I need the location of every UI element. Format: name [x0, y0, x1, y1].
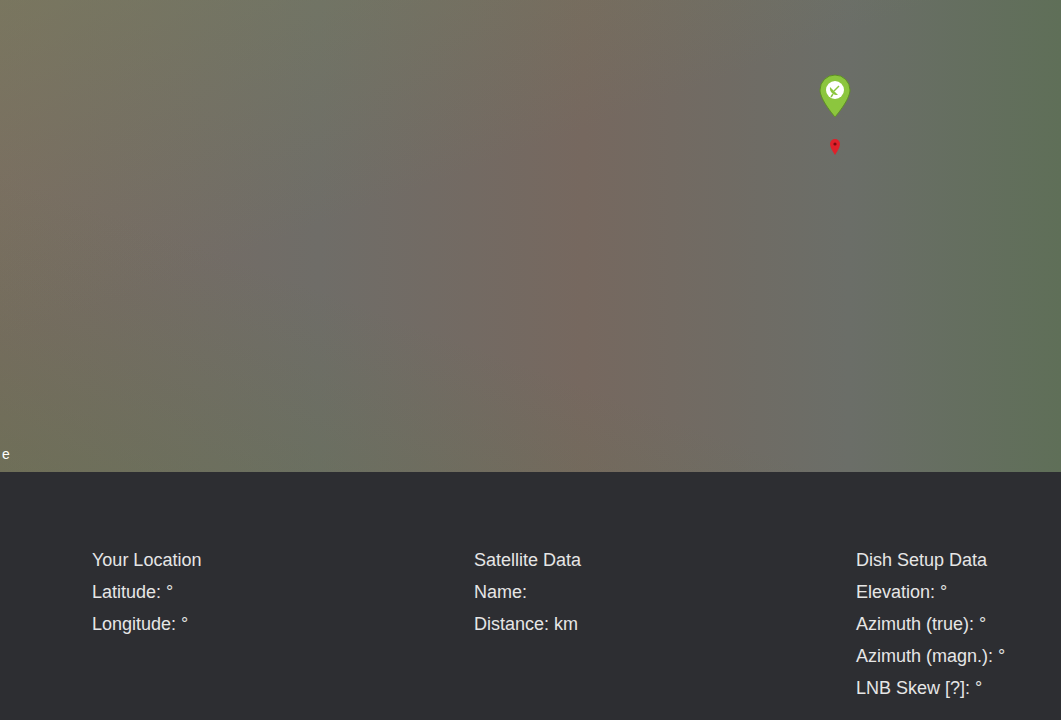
location-pin-icon	[829, 138, 841, 156]
location-pin[interactable]	[829, 138, 841, 156]
info-column: Satellite DataName:Distance: km	[474, 544, 856, 720]
info-line: Name:	[474, 576, 856, 608]
info-column: Your LocationLatitude: °Longitude: °	[92, 544, 474, 720]
info-line: Elevation: °	[856, 576, 1053, 608]
info-line: Azimuth (true): °	[856, 608, 1053, 640]
map-attribution: e	[2, 446, 10, 462]
column-title: Your Location	[92, 544, 474, 576]
info-line: Distance: km	[474, 608, 856, 640]
column-title: Dish Setup Data	[856, 544, 1053, 576]
info-line: LNB Skew [?]: °	[856, 672, 1053, 704]
info-line: Latitude: °	[92, 576, 474, 608]
satellite-pin-icon	[818, 74, 852, 118]
info-column: Dish Setup DataElevation: °Azimuth (true…	[856, 544, 1053, 720]
info-line: Azimuth (magn.): °	[856, 640, 1053, 672]
satellite-map[interactable]: e	[0, 0, 1061, 472]
info-panel: Your LocationLatitude: °Longitude: °Sate…	[0, 472, 1061, 720]
page: e Your LocationLatitude: °Longitude: °Sat…	[0, 0, 1061, 720]
satellite-pin[interactable]	[818, 74, 852, 118]
info-line: Longitude: °	[92, 608, 474, 640]
column-title: Satellite Data	[474, 544, 856, 576]
